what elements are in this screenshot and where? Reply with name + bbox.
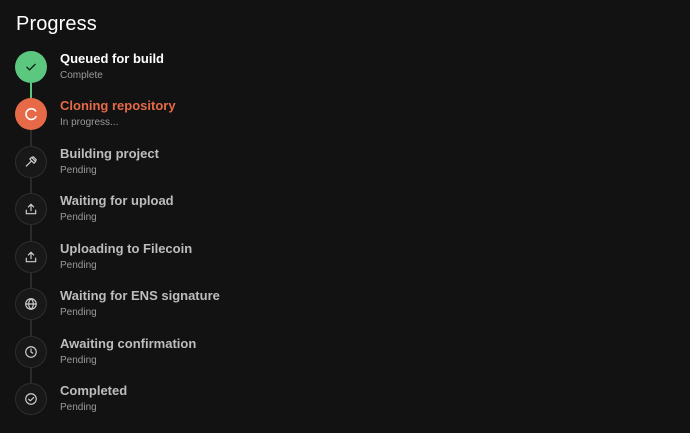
step-queued-for-build: Queued for build Complete bbox=[15, 51, 415, 83]
step-status-circle bbox=[15, 383, 47, 415]
step-status-circle bbox=[15, 193, 47, 225]
check-circle-icon bbox=[24, 392, 38, 406]
step-building-project: Building project Pending bbox=[15, 146, 415, 178]
step-connector-3 bbox=[30, 177, 32, 193]
step-label: Waiting for ENS signature bbox=[60, 288, 220, 303]
step-cloning-repository: Cloning repository In progress... bbox=[15, 98, 415, 130]
step-label: Building project bbox=[60, 146, 159, 161]
step-connector-6 bbox=[30, 320, 32, 336]
step-completed: Completed Pending bbox=[15, 383, 415, 415]
step-waiting-for-upload: Waiting for upload Pending bbox=[15, 193, 415, 225]
step-status-circle bbox=[15, 336, 47, 368]
step-status-circle bbox=[15, 146, 47, 178]
step-label: Awaiting confirmation bbox=[60, 336, 197, 351]
step-connector-1 bbox=[30, 83, 32, 99]
step-label: Completed bbox=[60, 383, 128, 398]
step-label: Cloning repository bbox=[60, 98, 176, 113]
step-connector-7 bbox=[30, 367, 32, 383]
step-status: Pending bbox=[60, 165, 97, 176]
step-status: Pending bbox=[60, 307, 97, 318]
step-status: Pending bbox=[60, 402, 97, 413]
step-status: In progress... bbox=[60, 117, 119, 128]
step-status: Pending bbox=[60, 355, 97, 366]
step-uploading-to-filecoin: Uploading to Filecoin Pending bbox=[15, 241, 415, 273]
step-connector-5 bbox=[30, 272, 32, 288]
step-awaiting-confirmation: Awaiting confirmation Pending bbox=[15, 336, 415, 368]
step-status-circle bbox=[15, 288, 47, 320]
step-connector-2 bbox=[30, 130, 32, 146]
progress-steps: Queued for build Complete Cloning reposi… bbox=[0, 0, 690, 433]
step-status-circle bbox=[15, 241, 47, 273]
upload-icon bbox=[24, 250, 38, 264]
clock-icon bbox=[24, 345, 38, 359]
step-waiting-for-ens-signature: Waiting for ENS signature Pending bbox=[15, 288, 415, 320]
step-status: Complete bbox=[60, 70, 103, 81]
check-icon bbox=[24, 60, 38, 74]
step-label: Waiting for upload bbox=[60, 193, 174, 208]
hammer-icon bbox=[24, 155, 38, 169]
spinner-icon bbox=[23, 106, 39, 122]
globe-icon bbox=[24, 297, 38, 311]
upload-icon bbox=[24, 202, 38, 216]
step-status-circle bbox=[15, 98, 47, 130]
step-status: Pending bbox=[60, 212, 97, 223]
step-connector-4 bbox=[30, 225, 32, 241]
step-status-circle bbox=[15, 51, 47, 83]
step-status: Pending bbox=[60, 260, 97, 271]
step-label: Uploading to Filecoin bbox=[60, 241, 193, 256]
step-label: Queued for build bbox=[60, 51, 164, 66]
